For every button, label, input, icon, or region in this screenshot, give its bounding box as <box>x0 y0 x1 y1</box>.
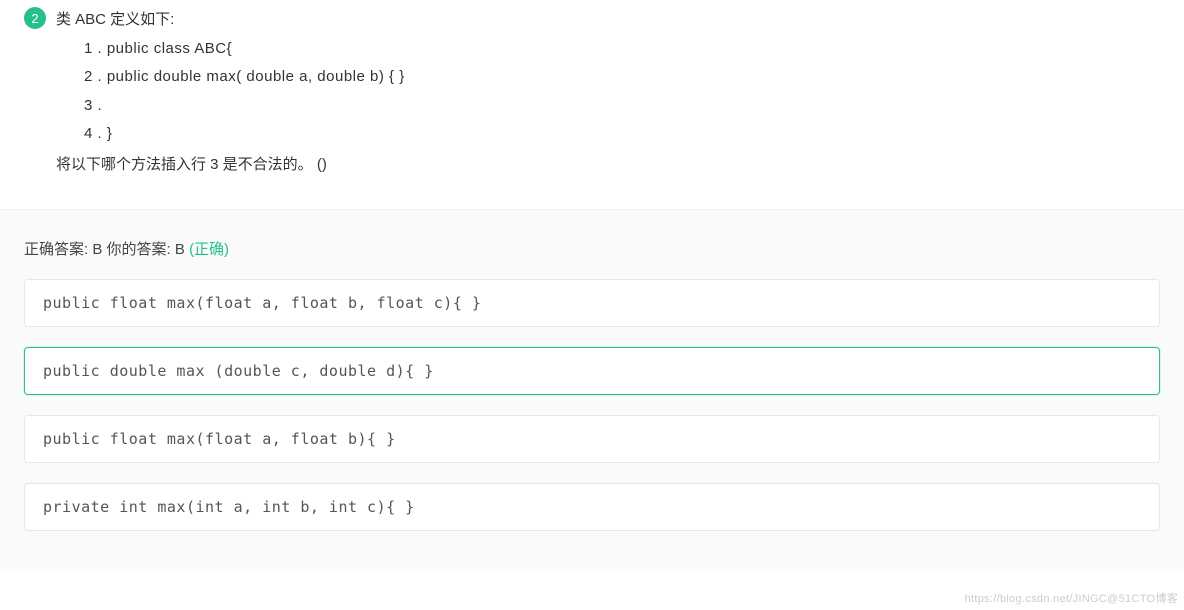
your-answer-value: B <box>175 241 189 258</box>
question-body: 类 ABC 定义如下: 1 . public class ABC{ 2 . pu… <box>56 6 405 179</box>
question-ask: 将以下哪个方法插入行 3 是不合法的。 () <box>56 151 405 180</box>
code-line: 3 . <box>56 92 405 121</box>
code-line: 1 . public class ABC{ <box>56 35 405 64</box>
option-d[interactable]: private int max(int a, int b, int c){ } <box>24 483 1160 531</box>
question-number-badge: 2 <box>24 7 46 29</box>
option-text: public float max(float a, float b){ } <box>43 430 396 448</box>
option-text: public float max(float a, float b, float… <box>43 294 481 312</box>
answer-line: 正确答案: B 你的答案: B (正确) <box>24 238 1160 259</box>
answer-status: (正确) <box>189 241 229 258</box>
option-text: private int max(int a, int b, int c){ } <box>43 498 415 516</box>
question-title: 类 ABC 定义如下: <box>56 6 405 35</box>
correct-answer-value: B <box>92 241 102 258</box>
question-number: 2 <box>31 11 38 26</box>
correct-answer-label: 正确答案: <box>24 241 92 258</box>
option-c[interactable]: public float max(float a, float b){ } <box>24 415 1160 463</box>
answer-section: 正确答案: B 你的答案: B (正确) public float max(fl… <box>0 209 1184 571</box>
code-line: 2 . public double max( double a, double … <box>56 63 405 92</box>
option-b[interactable]: public double max (double c, double d){ … <box>24 347 1160 395</box>
your-answer-label: 你的答案: <box>102 241 175 258</box>
option-a[interactable]: public float max(float a, float b, float… <box>24 279 1160 327</box>
question-section: 2 类 ABC 定义如下: 1 . public class ABC{ 2 . … <box>0 0 1184 209</box>
code-line: 4 . } <box>56 120 405 149</box>
question-header: 2 类 ABC 定义如下: 1 . public class ABC{ 2 . … <box>24 6 1160 179</box>
option-text: public double max (double c, double d){ … <box>43 362 434 380</box>
watermark: https://blog.csdn.net/JINGC@51CTO博客 <box>965 590 1178 606</box>
